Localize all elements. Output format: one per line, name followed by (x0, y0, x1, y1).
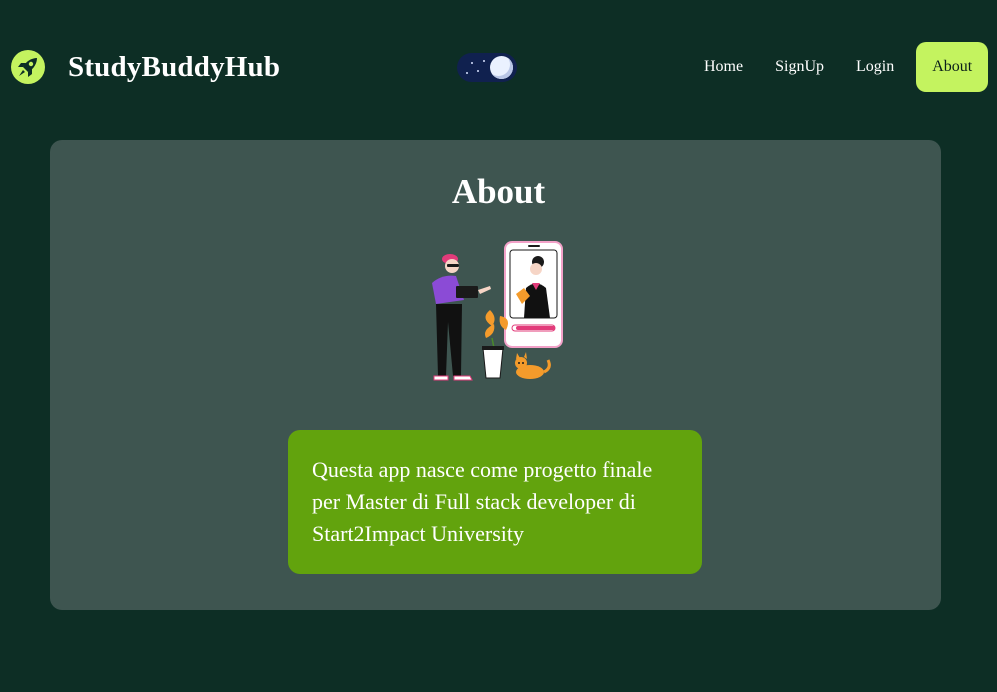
rocket-icon (11, 50, 45, 84)
nav-signup[interactable]: SignUp (759, 42, 840, 92)
star-icon (477, 70, 479, 72)
nav-about[interactable]: About (916, 42, 989, 92)
star-icon (483, 60, 485, 62)
video-call-illustration (432, 241, 563, 381)
page-title: About (451, 172, 546, 211)
theme-toggle[interactable] (457, 53, 517, 82)
brand[interactable]: StudyBuddyHub (10, 48, 280, 86)
star-icon (466, 72, 468, 74)
nav-links: Home SignUp Login About (688, 42, 989, 92)
nav-home[interactable]: Home (688, 42, 759, 92)
navbar: StudyBuddyHub Home SignUp Login About (0, 0, 997, 132)
nav-login[interactable]: Login (840, 42, 910, 92)
brand-name: StudyBuddyHub (68, 51, 281, 83)
star-icon (471, 62, 473, 64)
moon-icon (490, 56, 513, 79)
about-description: Questa app nasce come progetto finale pe… (288, 430, 702, 574)
